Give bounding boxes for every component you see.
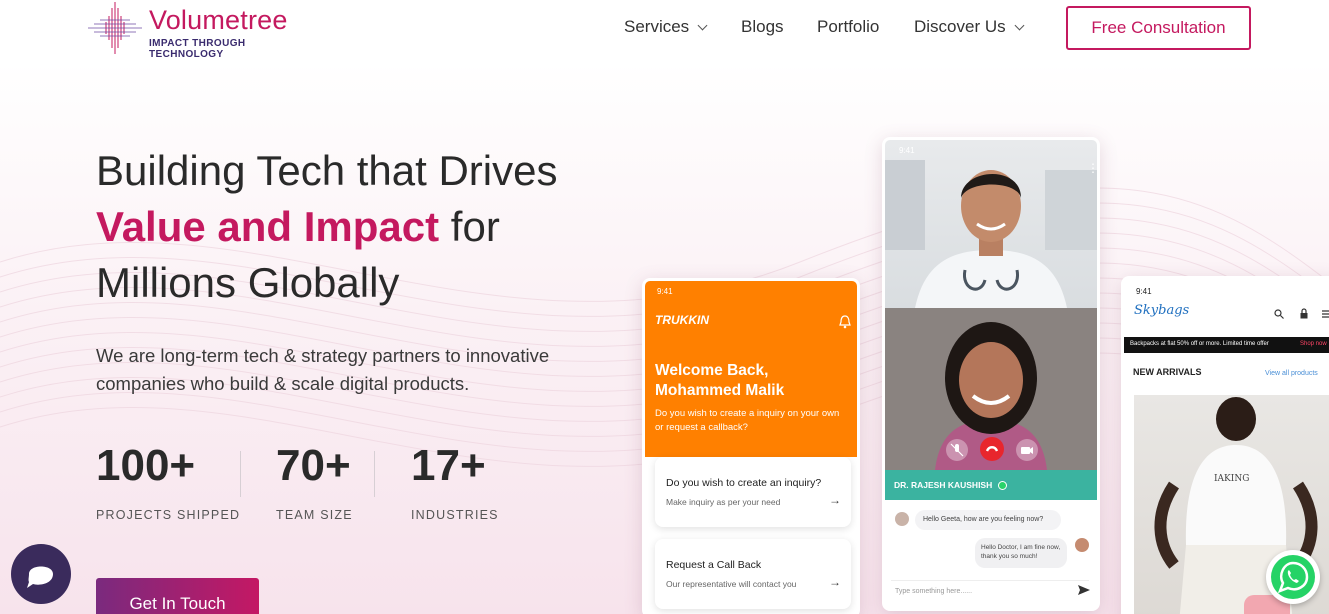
chat-input[interactable]: Type something here...... xyxy=(891,580,1089,602)
phone-mockup-trukkin: 9:41 TRUKKIN Welcome Back, Mohammed Mali… xyxy=(642,278,860,614)
trukkin-logo: TRUKKIN xyxy=(655,313,709,327)
video-off-icon[interactable] xyxy=(1015,438,1039,462)
video-feed-doctor: 9:41 ⋮ xyxy=(885,140,1097,308)
stat-label: INDUSTRIES xyxy=(411,508,499,522)
welcome-prompt: Do you wish to create a inquiry on your … xyxy=(655,408,840,433)
avatar xyxy=(895,512,909,526)
stat-divider xyxy=(374,451,375,497)
headline-line-3: Millions Globally xyxy=(96,259,400,306)
get-in-touch-button[interactable]: Get In Touch xyxy=(96,578,259,614)
promo-text: Backpacks at flat 50% off or more. Limit… xyxy=(1130,341,1269,347)
stat-label: TEAM SIZE xyxy=(276,508,353,522)
nav-blogs-label: Blogs xyxy=(741,17,784,36)
online-status-icon xyxy=(998,481,1007,490)
card-subtitle: Our representative will contact you xyxy=(666,579,797,589)
status-time: 9:41 xyxy=(1136,287,1152,296)
brand-tagline: IMPACT THROUGH TECHNOLOGY xyxy=(149,38,246,60)
chevron-down-icon xyxy=(697,20,708,31)
chat-widget-button[interactable] xyxy=(11,544,71,604)
stat-projects: 100+ PROJECTS SHIPPED xyxy=(96,440,240,522)
arrow-right-icon: → xyxy=(829,493,841,507)
stat-label: PROJECTS SHIPPED xyxy=(96,508,241,522)
mic-off-icon[interactable] xyxy=(945,438,969,462)
video-feed-patient xyxy=(885,308,1097,470)
nav-portfolio[interactable]: Portfolio xyxy=(817,17,879,37)
welcome-line: Welcome Back, xyxy=(655,362,769,379)
search-icon[interactable] xyxy=(1274,309,1284,319)
free-consultation-button[interactable]: Free Consultation xyxy=(1066,6,1251,50)
headline-line-2-rest: for xyxy=(439,203,500,250)
phone-mockup-video-call: 9:41 ⋮ DR. RAJESH KAUSHISH Hello Gee xyxy=(882,137,1100,611)
headline-line-2: Value and Impact for xyxy=(96,199,656,255)
doctor-illustration xyxy=(885,160,1097,308)
bell-icon xyxy=(839,315,851,329)
nav-services-label: Services xyxy=(624,17,690,36)
nav-discover-us[interactable]: Discover Us xyxy=(914,17,1025,37)
chat-widget-icon xyxy=(27,566,53,588)
status-time: 9:41 xyxy=(899,146,915,155)
doctor-name: DR. RAJESH KAUSHISH xyxy=(894,480,993,490)
stat-value: 70+ xyxy=(276,441,351,490)
brand-name: Volumetree xyxy=(149,5,288,35)
stat-value: 100+ xyxy=(96,441,196,490)
whatsapp-icon xyxy=(1271,555,1315,599)
whatsapp-button[interactable] xyxy=(1266,550,1320,604)
trukkin-header: 9:41 TRUKKIN Welcome Back, Mohammed Mali… xyxy=(645,281,857,457)
arrow-right-icon: → xyxy=(829,575,841,589)
menu-icon[interactable] xyxy=(1322,309,1329,319)
welcome-text: Welcome Back, Mohammed Malik xyxy=(655,361,784,401)
logo-mark-icon xyxy=(88,2,142,54)
caller-bar: DR. RAJESH KAUSHISH xyxy=(885,470,1097,500)
card-title: Request a Call Back xyxy=(666,559,762,571)
nav-discover-label: Discover Us xyxy=(914,17,1006,36)
nav-services[interactable]: Services xyxy=(624,17,708,37)
inquiry-card[interactable]: Do you wish to create an inquiry? Make i… xyxy=(655,457,851,527)
promo-link[interactable]: Shop now xyxy=(1300,341,1327,347)
stat-team-size: 70+ TEAM SIZE xyxy=(276,440,353,522)
status-time: 9:41 xyxy=(657,287,673,296)
card-title: Do you wish to create an inquiry? xyxy=(666,477,822,489)
phone-end-icon[interactable] xyxy=(979,436,1005,462)
stat-industries: 17+ INDUSTRIES xyxy=(411,440,499,522)
chevron-down-icon xyxy=(1014,20,1025,31)
new-arrivals-title: NEW ARRIVALS xyxy=(1133,367,1202,377)
chat-message-incoming: Hello Geeta, how are you feeling now? xyxy=(915,510,1061,530)
hero-headline: Building Tech that Drives Value and Impa… xyxy=(96,143,656,311)
avatar xyxy=(1075,538,1089,552)
skybags-logo: Skybags xyxy=(1134,303,1190,318)
stat-value: 17+ xyxy=(411,441,486,490)
promo-banner[interactable]: Backpacks at flat 50% off or more. Limit… xyxy=(1124,337,1329,353)
nav-blogs[interactable]: Blogs xyxy=(741,17,784,37)
view-all-link[interactable]: View all products xyxy=(1265,370,1318,377)
user-name: Mohammed Malik xyxy=(655,382,785,399)
chat-message-outgoing: Hello Doctor, I am fine now, thank you s… xyxy=(975,538,1067,568)
card-subtitle: Make inquiry as per your need xyxy=(666,497,781,507)
headline-line-1: Building Tech that Drives xyxy=(96,147,558,194)
callback-card[interactable]: Request a Call Back Our representative w… xyxy=(655,539,851,609)
shirt-print: IAKING xyxy=(1214,474,1249,484)
hero-description: We are long-term tech & strategy partner… xyxy=(96,345,550,394)
nav-portfolio-label: Portfolio xyxy=(817,17,880,36)
more-options-icon[interactable]: ⋮ xyxy=(1087,162,1097,174)
site-header: Volumetree IMPACT THROUGH TECHNOLOGY Ser… xyxy=(0,0,1329,62)
send-icon[interactable] xyxy=(1077,584,1091,596)
lock-icon[interactable] xyxy=(1299,308,1309,319)
headline-accent: Value and Impact xyxy=(96,203,440,250)
stat-divider xyxy=(240,451,241,497)
brand-logo[interactable]: Volumetree IMPACT THROUGH TECHNOLOGY xyxy=(86,0,306,60)
